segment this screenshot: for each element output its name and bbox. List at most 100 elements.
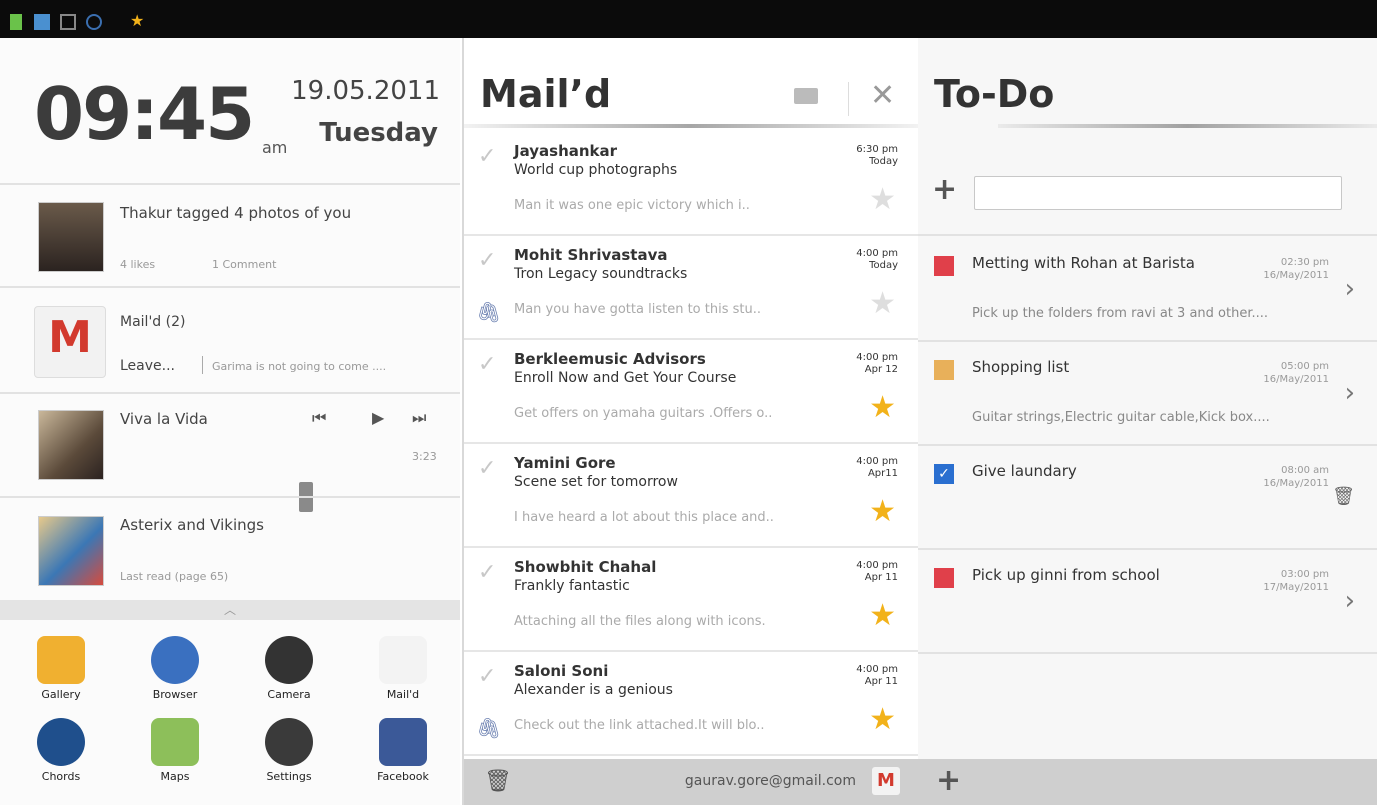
mail-sender: Yamini Gore <box>514 454 616 472</box>
app-camera[interactable]: Camera <box>234 636 344 701</box>
todo-time: 08:00 am <box>1281 465 1329 476</box>
star-icon[interactable]: ★ <box>869 286 896 321</box>
inbox-icon[interactable] <box>794 88 818 104</box>
mail-sender: Saloni Soni <box>514 662 609 680</box>
usb-icon <box>60 14 76 30</box>
read-check-icon[interactable]: ✓ <box>478 352 496 377</box>
todo-item[interactable]: Shopping list 05:00 pm 16/May/2011 Guitar s… <box>918 340 1377 446</box>
app-facebook[interactable]: Facebook <box>348 718 458 783</box>
app-maild[interactable]: Mail'd <box>348 636 458 701</box>
star-icon[interactable]: ★ <box>869 494 896 529</box>
app-gallery[interactable]: Gallery <box>6 636 116 701</box>
mail-title: Mail’d <box>480 72 612 116</box>
title-underline <box>998 124 1377 128</box>
add-todo-icon[interactable]: + <box>936 763 961 798</box>
title-underline <box>464 124 918 128</box>
priority-marker[interactable] <box>934 360 954 380</box>
chevron-right-icon[interactable]: › <box>1345 586 1355 616</box>
app-chords[interactable]: Chords <box>6 718 116 783</box>
read-check-icon[interactable]: ✓ <box>478 248 496 273</box>
app-browser[interactable]: Browser <box>120 636 230 701</box>
todo-title: Give laundary <box>972 462 1077 480</box>
star-icon[interactable]: ★ <box>869 182 896 217</box>
app-label: Chords <box>41 770 81 783</box>
mail-subject: World cup photographs <box>514 162 678 178</box>
todo-title: Shopping list <box>972 358 1070 376</box>
new-todo-input[interactable] <box>974 176 1342 210</box>
sd-card-icon <box>34 14 50 30</box>
clock-day: Tuesday <box>319 118 438 148</box>
mail-subject: Tron Legacy soundtracks <box>514 266 688 282</box>
play-icon[interactable]: ▶ <box>372 408 384 427</box>
read-check-icon[interactable]: ✓ <box>478 560 496 585</box>
app-label: Gallery <box>41 688 81 701</box>
settings-icon <box>265 718 313 766</box>
attachment-icon: 🖇 <box>476 300 502 324</box>
mail-item[interactable]: ✓ 🖇 Mohit Shrivastava Tron Legacy soundtrac… <box>464 234 918 340</box>
todo-item[interactable]: Pick up ginni from school 03:00 pm 17/May/… <box>918 548 1377 654</box>
camera-icon <box>265 636 313 684</box>
todo-date: 17/May/2011 <box>1263 582 1329 593</box>
book-title: Asterix and Vikings <box>120 516 264 534</box>
app-settings[interactable]: Settings <box>234 718 344 783</box>
mail-time-value: 4:00 pm <box>856 456 898 467</box>
mail-time-value: 4:00 pm <box>856 664 898 675</box>
mail-item[interactable]: ✓ Showbhit Chahal Frankly fantastic Attachi… <box>464 546 918 652</box>
book-cover <box>38 516 104 586</box>
priority-marker[interactable] <box>934 568 954 588</box>
todo-item[interactable]: ✓ Give laundary 08:00 am 16/May/2011 🗑 <box>918 444 1377 550</box>
mail-time-value: 6:30 pm <box>856 144 898 155</box>
previous-icon[interactable]: ⏮ <box>312 408 326 428</box>
star-icon[interactable]: ★ <box>869 598 896 633</box>
todo-desc: Guitar strings,Electric guitar cable,Kic… <box>972 410 1270 425</box>
mail-time-when: Apr 11 <box>864 572 898 583</box>
mail-subject: Alexander is a genious <box>514 682 673 698</box>
mail-snippet: Man it was one epic victory which i.. <box>514 198 750 213</box>
gmail-icon[interactable]: M <box>872 767 900 795</box>
drawer-handle[interactable]: ︿ <box>0 600 460 620</box>
mail-item[interactable]: ✓ Berkleemusic Advisors Enroll Now and Get… <box>464 338 918 444</box>
mail-item[interactable]: ✓ Yamini Gore Scene set for tomorrow I have… <box>464 442 918 548</box>
done-checkbox[interactable]: ✓ <box>934 464 954 484</box>
todo-datetime: 08:00 am 16/May/2011 <box>1263 464 1329 490</box>
mail-time-when: Today <box>869 156 898 167</box>
trash-icon[interactable]: 🗑 <box>484 769 512 794</box>
mail-item[interactable]: ✓ 🖇 Saloni Soni Alexander is a genious Check… <box>464 650 918 756</box>
close-icon[interactable]: ✕ <box>870 78 895 113</box>
todo-item[interactable]: Metting with Rohan at Barista 02:30 pm 16/… <box>918 236 1377 342</box>
chevron-right-icon[interactable]: › <box>1345 378 1355 408</box>
mail-time-when: Today <box>869 260 898 271</box>
todo-date: 16/May/2011 <box>1263 270 1329 281</box>
chevron-right-icon[interactable]: › <box>1345 274 1355 304</box>
mail-time-value: 4:00 pm <box>856 560 898 571</box>
album-art[interactable] <box>38 410 104 480</box>
mail-time-value: 4:00 pm <box>856 248 898 259</box>
status-bar: ★ <box>0 0 1377 38</box>
mail-sender: Berkleemusic Advisors <box>514 350 706 368</box>
battery-icon <box>10 14 22 30</box>
social-likes: 4 likes <box>120 258 156 271</box>
gallery-icon <box>37 636 85 684</box>
song-time: 3:23 <box>412 450 437 463</box>
read-check-icon[interactable]: ✓ <box>478 456 496 481</box>
read-check-icon[interactable]: ✓ <box>478 144 496 169</box>
mail-item[interactable]: ✓ Jayashankar World cup photographs Man it … <box>464 130 918 236</box>
priority-marker[interactable] <box>934 256 954 276</box>
song-title: Viva la Vida <box>120 410 208 428</box>
read-check-icon[interactable]: ✓ <box>478 664 496 689</box>
mail-bottom-bar: 🗑 gaurav.gore@gmail.com M <box>464 759 918 805</box>
app-maps[interactable]: Maps <box>120 718 230 783</box>
clock-time: 09:45 <box>34 72 255 156</box>
mail-snippet: I have heard a lot about this place and.… <box>514 510 774 525</box>
trash-icon[interactable]: 🗑 <box>1332 486 1355 507</box>
next-icon[interactable]: ⏭ <box>412 408 426 428</box>
mail-time-when: Apr11 <box>867 468 898 479</box>
star-icon[interactable]: ★ <box>869 390 896 425</box>
mail-time: 6:30 pm Today <box>856 144 898 168</box>
app-label: Mail'd <box>386 688 420 701</box>
divider <box>0 183 460 185</box>
add-todo-icon[interactable]: + <box>932 172 957 207</box>
book-last-read: Last read (page 65) <box>120 570 229 583</box>
divider <box>0 286 460 288</box>
star-icon[interactable]: ★ <box>869 702 896 737</box>
